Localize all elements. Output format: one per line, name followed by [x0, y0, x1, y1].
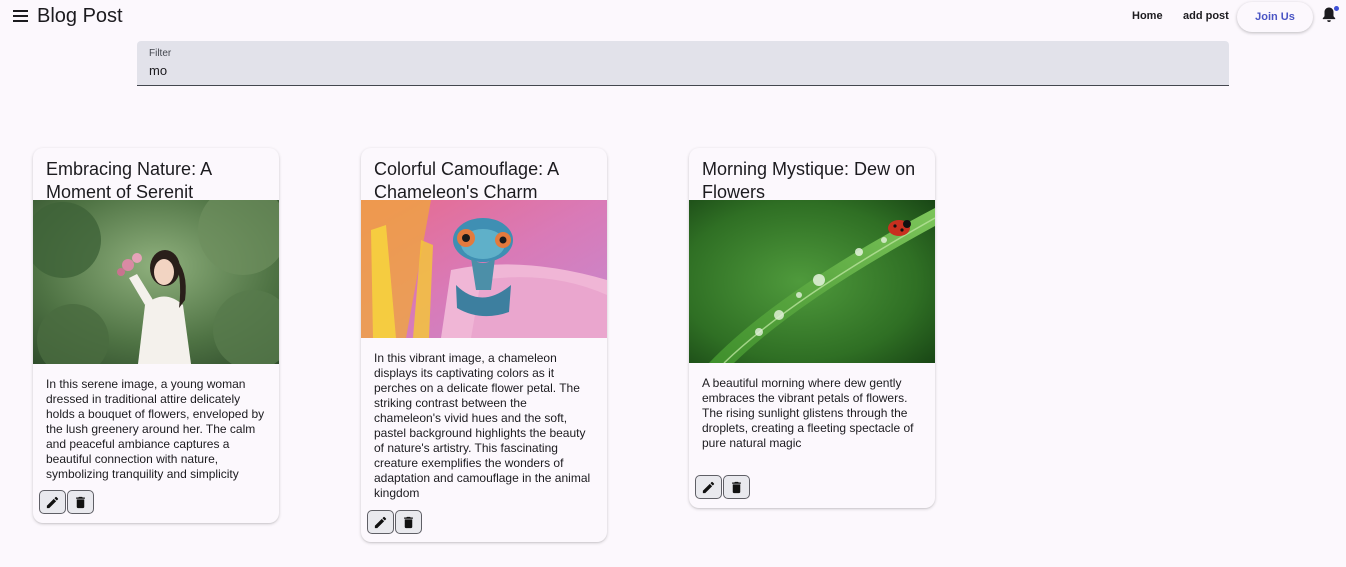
delete-button[interactable]: [723, 475, 750, 499]
notification-dot: [1334, 6, 1339, 11]
nav-add-post-link[interactable]: add post: [1183, 10, 1229, 22]
nav-home-link[interactable]: Home: [1132, 10, 1163, 22]
trash-icon: [76, 496, 85, 508]
app-bar: Blog Post Home add post Join Us: [0, 0, 1346, 34]
post-card: Colorful Camouflage: A Chameleon's Charm: [361, 148, 607, 542]
filter-label: Filter: [149, 48, 172, 59]
post-body: In this vibrant image, a chameleon displ…: [374, 351, 591, 500]
edit-button[interactable]: [367, 510, 394, 534]
filter-input[interactable]: [149, 61, 1209, 79]
notifications-bell-icon[interactable]: [1321, 6, 1339, 24]
filter-field[interactable]: Filter: [137, 41, 1229, 86]
post-image-chameleon: [361, 200, 607, 338]
app-title: Blog Post: [37, 5, 123, 27]
trash-icon: [732, 481, 741, 493]
post-title: Morning Mystique: Dew on Flowers: [702, 159, 916, 202]
menu-icon[interactable]: [13, 9, 29, 23]
post-body: In this serene image, a young woman dres…: [46, 377, 265, 481]
delete-button[interactable]: [395, 510, 422, 534]
trash-icon: [404, 516, 413, 528]
post-title: Colorful Camouflage: A Chameleon's Charm: [374, 159, 559, 202]
pencil-icon: [702, 481, 715, 493]
post-card: Morning Mystique: Dew on Flowers A beaut…: [689, 148, 935, 508]
join-us-button[interactable]: Join Us: [1237, 2, 1313, 32]
post-card: Embracing Nature: A Moment of Serenit In…: [33, 148, 279, 523]
pencil-icon: [374, 516, 387, 528]
edit-button[interactable]: [695, 475, 722, 499]
post-body: A beautiful morning where dew gently emb…: [702, 376, 914, 450]
post-image-ladybug-on-leaf: [689, 200, 935, 364]
edit-button[interactable]: [39, 490, 66, 514]
pencil-icon: [46, 496, 59, 508]
delete-button[interactable]: [67, 490, 94, 514]
post-title: Embracing Nature: A Moment of Serenit: [46, 159, 212, 202]
post-image-woman-with-flowers: [33, 185, 279, 376]
